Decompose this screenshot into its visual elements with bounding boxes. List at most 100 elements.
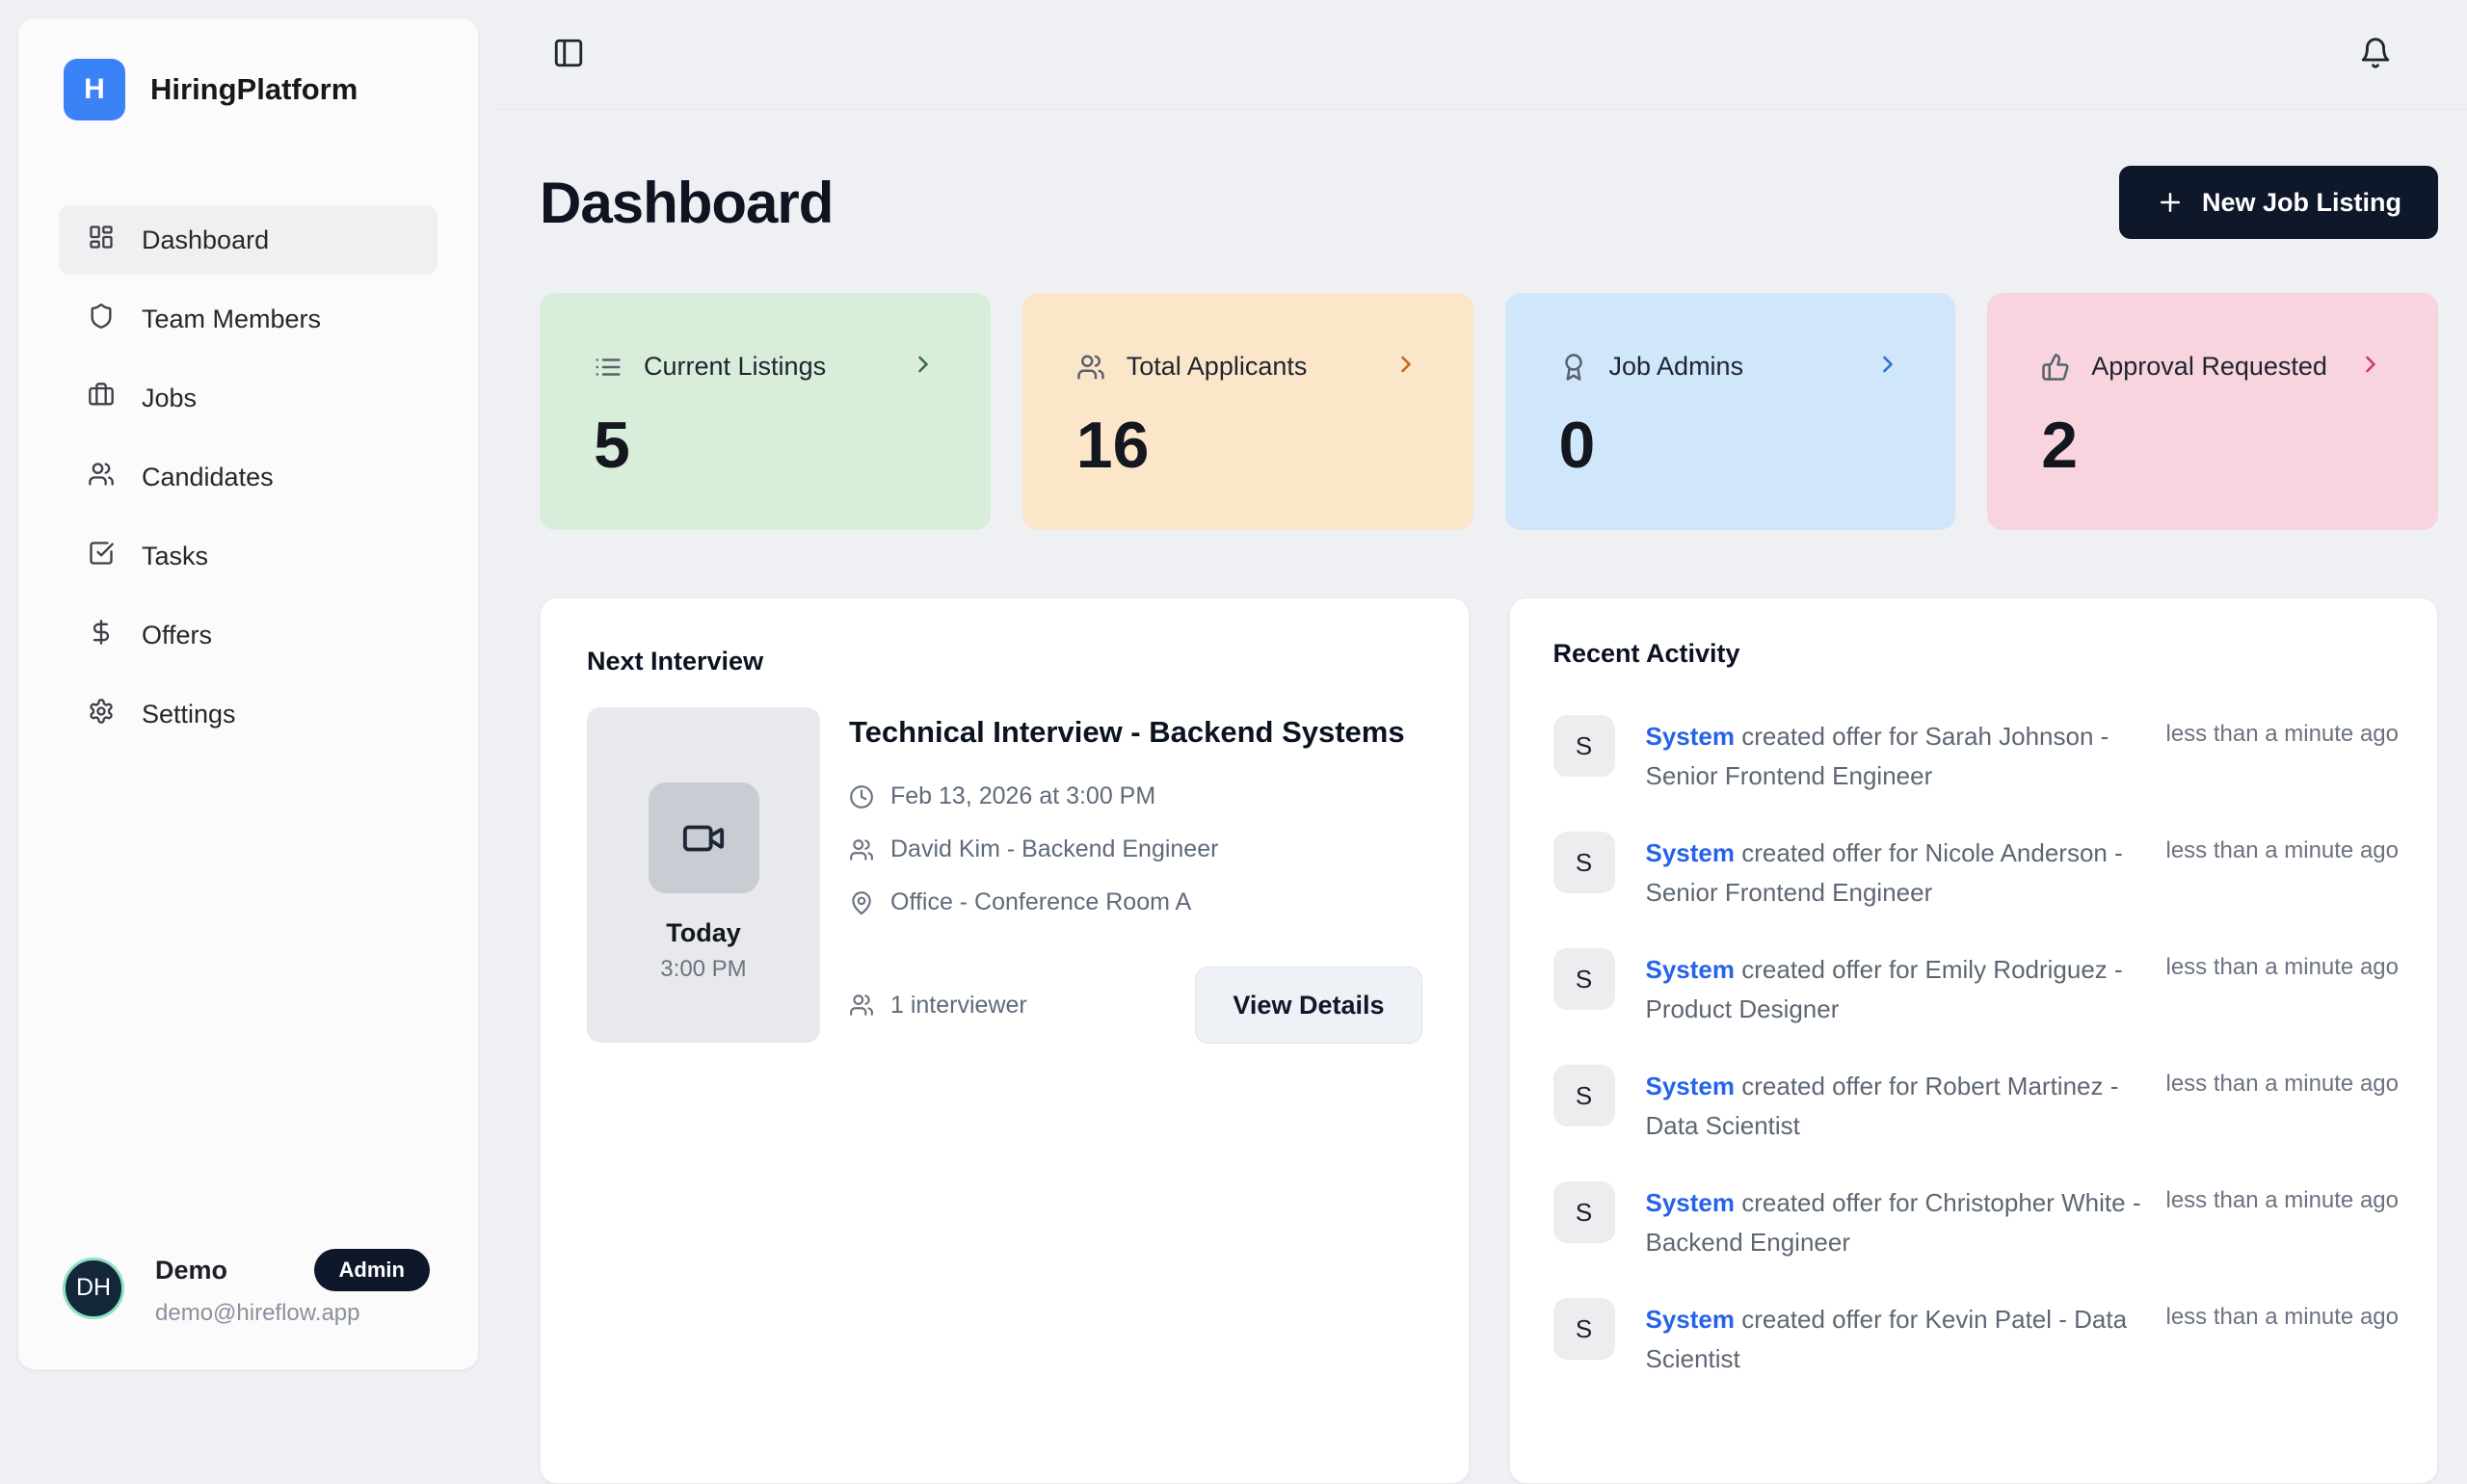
activity-timestamp: less than a minute ago xyxy=(2166,948,2400,981)
activity-actor: System xyxy=(1646,1305,1736,1334)
stat-label: Approval Requested xyxy=(2091,352,2327,382)
sidebar-item-dashboard[interactable]: Dashboard xyxy=(59,205,438,275)
app-title: HiringPlatform xyxy=(150,72,358,107)
bell-icon xyxy=(2359,37,2392,72)
sidebar-item-label: Team Members xyxy=(142,305,321,334)
sidebar-item-candidates[interactable]: Candidates xyxy=(59,442,438,512)
stat-value: 16 xyxy=(1076,408,1419,483)
notifications-button[interactable] xyxy=(2354,34,2397,76)
sidebar-nav: Dashboard Team Members Jobs Candidates T… xyxy=(18,205,478,749)
panel-left-icon xyxy=(552,37,585,72)
dashboard-icon xyxy=(88,224,115,257)
app-logo-icon: H xyxy=(64,59,125,120)
stat-label: Job Admins xyxy=(1609,352,1744,382)
clock-icon xyxy=(849,784,874,809)
stat-cards: Current Listings 5 Total Applicants xyxy=(540,293,2438,530)
interview-time-box: Today 3:00 PM xyxy=(587,707,820,1043)
sidebar-item-team-members[interactable]: Team Members xyxy=(59,284,438,354)
activity-item: S System created offer for Kevin Patel -… xyxy=(1553,1298,2400,1379)
interview-location: Office - Conference Room A xyxy=(890,888,1191,916)
sidebar-item-label: Offers xyxy=(142,621,212,650)
user-name: Demo xyxy=(155,1256,227,1285)
user-email: demo@hireflow.app xyxy=(155,1300,430,1327)
activity-actor: System xyxy=(1646,838,1736,867)
sidebar-toggle-button[interactable] xyxy=(547,34,590,76)
new-job-listing-label: New Job Listing xyxy=(2202,188,2401,218)
activity-actor: System xyxy=(1646,1072,1736,1100)
shield-icon xyxy=(88,303,115,336)
stat-card-job-admins[interactable]: Job Admins 0 xyxy=(1505,293,1956,530)
main-area: Dashboard New Job Listing Current Listin… xyxy=(496,0,2467,1388)
plus-icon xyxy=(2156,188,2185,217)
users-icon xyxy=(1076,353,1105,382)
activity-timestamp: less than a minute ago xyxy=(2166,1065,2400,1098)
interview-candidate: David Kim - Backend Engineer xyxy=(890,835,1218,863)
chevron-right-icon xyxy=(910,351,937,383)
list-icon xyxy=(594,353,623,382)
activity-timestamp: less than a minute ago xyxy=(2166,1181,2400,1214)
activity-avatar: S xyxy=(1553,715,1615,777)
sidebar: H HiringPlatform Dashboard Team Members … xyxy=(17,17,479,1370)
sidebar-item-label: Settings xyxy=(142,700,236,729)
stat-card-total-applicants[interactable]: Total Applicants 16 xyxy=(1022,293,1473,530)
next-interview-card: Next Interview Today 3:00 PM Technical I… xyxy=(540,597,1470,1484)
stat-card-approval-requested[interactable]: Approval Requested 2 xyxy=(1987,293,2438,530)
role-badge: Admin xyxy=(314,1249,430,1291)
avatar: DH xyxy=(63,1258,124,1319)
award-icon xyxy=(1559,353,1588,382)
sidebar-item-label: Dashboard xyxy=(142,225,269,255)
sidebar-item-jobs[interactable]: Jobs xyxy=(59,363,438,433)
activity-actor: System xyxy=(1646,955,1736,984)
user-profile[interactable]: DH Demo Admin demo@hireflow.app xyxy=(18,1249,478,1369)
activity-timestamp: less than a minute ago xyxy=(2166,1298,2400,1331)
app-logo: H HiringPlatform xyxy=(18,18,478,120)
view-details-button[interactable]: View Details xyxy=(1195,967,1421,1044)
activity-actor: System xyxy=(1646,1188,1736,1217)
activity-timestamp: less than a minute ago xyxy=(2166,832,2400,864)
video-icon xyxy=(649,782,759,893)
interview-day: Today xyxy=(666,918,741,948)
stat-label: Total Applicants xyxy=(1127,352,1308,382)
page-title: Dashboard xyxy=(540,170,833,236)
chevron-right-icon xyxy=(2357,351,2384,383)
sidebar-item-label: Tasks xyxy=(142,542,208,571)
sidebar-item-settings[interactable]: Settings xyxy=(59,679,438,749)
sidebar-item-offers[interactable]: Offers xyxy=(59,600,438,670)
interview-name: Technical Interview - Backend Systems xyxy=(849,707,1422,757)
activity-item: S System created offer for Christopher W… xyxy=(1553,1181,2400,1262)
new-job-listing-button[interactable]: New Job Listing xyxy=(2119,166,2438,239)
activity-avatar: S xyxy=(1553,832,1615,893)
activity-timestamp: less than a minute ago xyxy=(2166,715,2400,748)
activity-item: S System created offer for Emily Rodrigu… xyxy=(1553,948,2400,1029)
users-icon xyxy=(849,837,874,862)
next-interview-title: Next Interview xyxy=(587,647,1422,676)
topbar xyxy=(496,0,2467,110)
sidebar-item-tasks[interactable]: Tasks xyxy=(59,521,438,591)
activity-item: S System created offer for Nicole Anders… xyxy=(1553,832,2400,913)
gear-icon xyxy=(88,698,115,731)
stat-value: 0 xyxy=(1559,408,1902,483)
activity-avatar: S xyxy=(1553,1065,1615,1126)
briefcase-icon xyxy=(88,382,115,415)
activity-actor: System xyxy=(1646,722,1736,751)
stat-card-current-listings[interactable]: Current Listings 5 xyxy=(540,293,991,530)
sidebar-item-label: Jobs xyxy=(142,384,197,413)
interview-time: 3:00 PM xyxy=(660,956,746,983)
users-icon xyxy=(849,993,874,1018)
activity-avatar: S xyxy=(1553,948,1615,1010)
square-check-icon xyxy=(88,540,115,573)
activity-item: S System created offer for Robert Martin… xyxy=(1553,1065,2400,1146)
activity-avatar: S xyxy=(1553,1181,1615,1243)
interview-datetime: Feb 13, 2026 at 3:00 PM xyxy=(890,782,1155,810)
recent-activity-title: Recent Activity xyxy=(1553,639,2400,669)
stat-value: 2 xyxy=(2041,408,2384,483)
map-pin-icon xyxy=(849,890,874,915)
interviewer-count: 1 interviewer xyxy=(890,992,1027,1020)
dollar-icon xyxy=(88,619,115,652)
users-icon xyxy=(88,461,115,494)
activity-item: S System created offer for Sarah Johnson… xyxy=(1553,715,2400,796)
chevron-right-icon xyxy=(1874,351,1901,383)
thumbs-up-icon xyxy=(2041,353,2070,382)
recent-activity-card: Recent Activity S System created offer f… xyxy=(1509,597,2439,1484)
stat-value: 5 xyxy=(594,408,937,483)
